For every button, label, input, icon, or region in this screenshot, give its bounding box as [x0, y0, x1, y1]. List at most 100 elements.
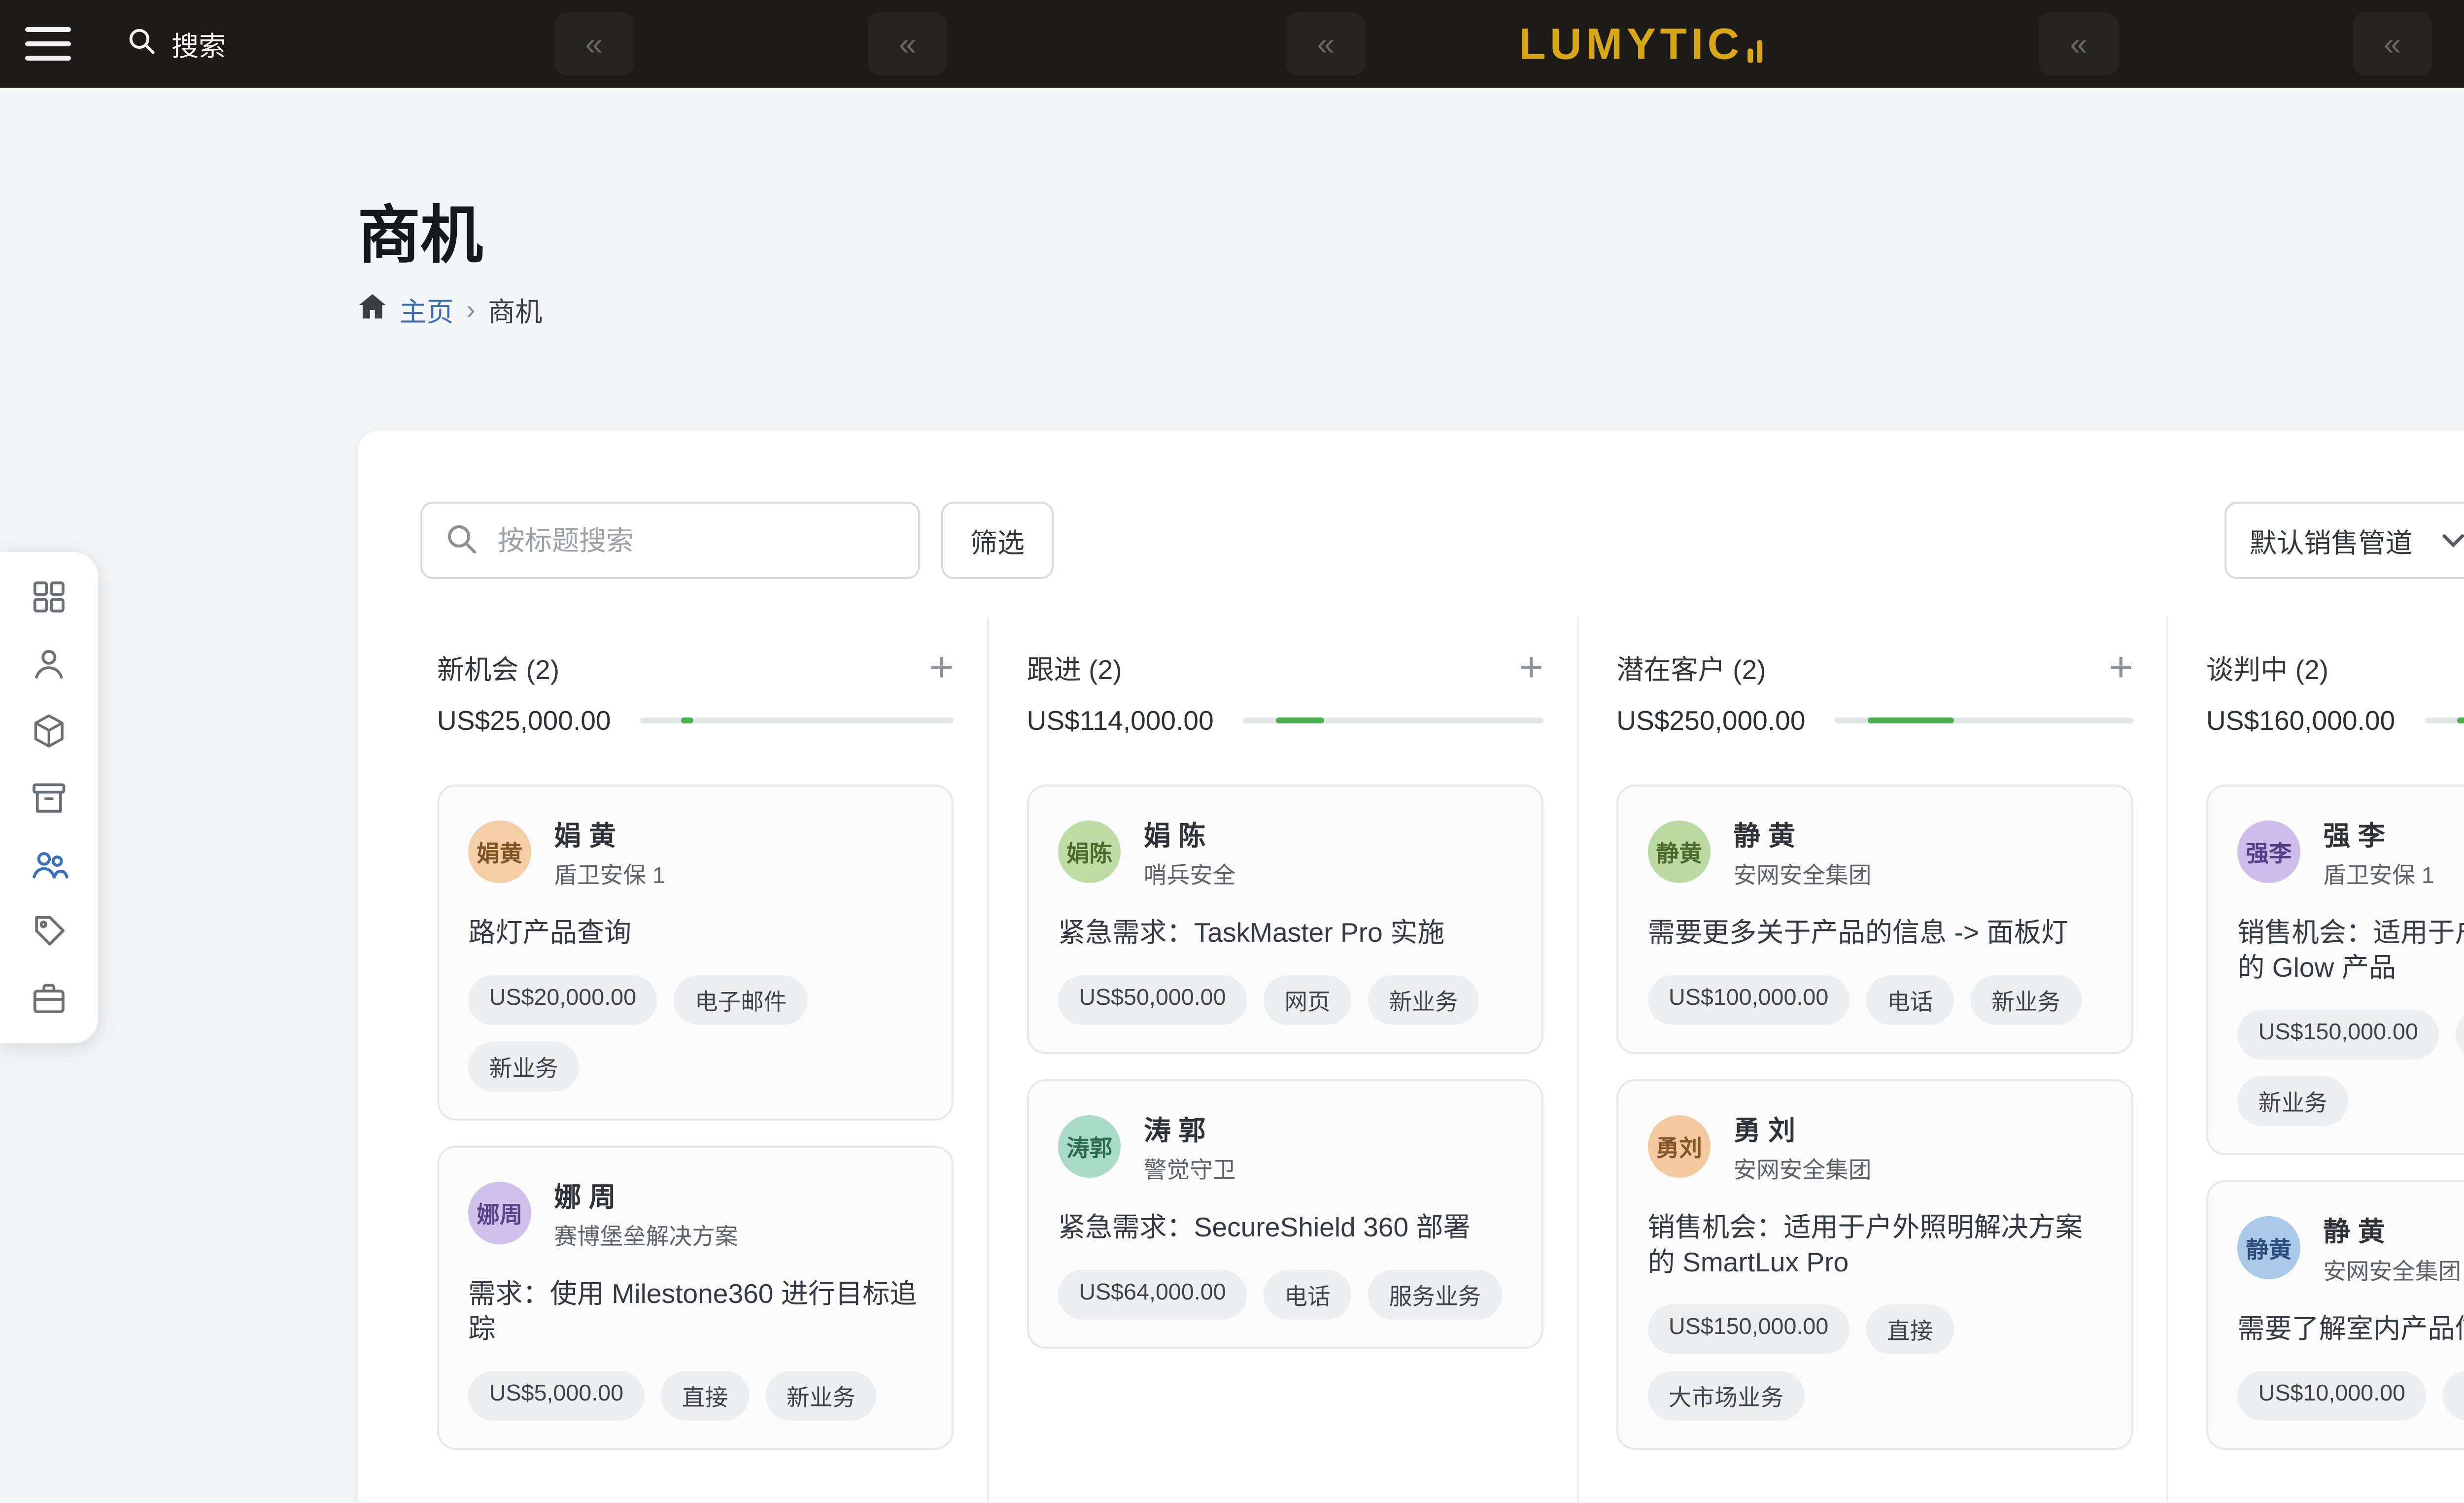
- contact-name: 静 黄: [1734, 814, 1872, 853]
- nav-ghost-tab[interactable]: «: [554, 12, 634, 75]
- breadcrumb-home-link[interactable]: 主页: [399, 290, 453, 329]
- column-progress-track: [1243, 717, 1543, 724]
- contact-avatar: 娟陈: [1058, 820, 1121, 883]
- kanban-column: 新机会 (2)+US$25,000.00娟黄娟 黄盾卫安保 1路灯产品查询US$…: [400, 617, 990, 1502]
- card-chip: 网页表单: [2456, 1010, 2464, 1059]
- column-summary: US$25,000.00: [437, 705, 954, 736]
- card-chip: 直接: [1866, 1304, 1954, 1354]
- column-add-button[interactable]: +: [1519, 646, 1543, 688]
- card-person: 娜 周赛博堡垒解决方案: [554, 1175, 738, 1251]
- pipeline-select-value: 默认销售管道: [2250, 521, 2413, 560]
- column-title: 谈判中 (2): [2206, 648, 2328, 687]
- column-progress-track: [2425, 717, 2464, 724]
- card-chip: US$20,000.00: [468, 975, 657, 1025]
- contact-name: 娟 陈: [1144, 814, 1236, 853]
- card-person: 涛 郭警觉守卫: [1144, 1108, 1236, 1185]
- column-add-button[interactable]: +: [2109, 646, 2133, 688]
- column-title: 跟进 (2): [1027, 648, 1122, 687]
- card-chip: 大市场业务: [1648, 1371, 1805, 1421]
- card-header: 静黄静 黄安网安全集团: [2237, 1209, 2464, 1286]
- contact-name: 娟 黄: [554, 814, 665, 853]
- column-progress-fill: [1868, 717, 1954, 724]
- column-progress-track: [1835, 717, 2133, 724]
- card-chip: 电话: [1866, 975, 1954, 1025]
- kanban-card[interactable]: 静黄静 黄安网安全集团需要了解室内产品信息US$10,000.00直接现有业务: [2206, 1180, 2464, 1450]
- card-tags: US$5,000.00直接新业务: [468, 1371, 923, 1421]
- nav-ghost-tab[interactable]: «: [2353, 12, 2432, 75]
- nav-ghost-tab[interactable]: «: [2039, 12, 2118, 75]
- home-icon[interactable]: [358, 293, 387, 326]
- global-search[interactable]: 搜索: [126, 24, 226, 64]
- contact-avatar: 娟黄: [468, 820, 531, 883]
- card-chip: 电子邮件: [674, 975, 807, 1025]
- column-cards: 强李强 李盾卫安保 1 销售机会：适用于户外照明解决方案的 Glow 产品 US$1…: [2206, 785, 2464, 1450]
- nav-ghost-tab[interactable]: «: [1286, 12, 1366, 75]
- kanban-column: 谈判中 (2)+US$160,000.00强李强 李盾卫安保 1销售机会：适用于…: [2168, 617, 2464, 1502]
- contacts-icon[interactable]: [29, 644, 69, 684]
- company-name: 警觉守卫: [1144, 1152, 1236, 1185]
- archive-icon[interactable]: [29, 778, 69, 818]
- contact-name: 静 黄: [2323, 1209, 2461, 1249]
- kanban-card[interactable]: 娟陈娟 陈哨兵安全紧急需求：TaskMaster Pro 实施US$50,000…: [1027, 785, 1543, 1054]
- opportunity-title: 销售机会：适用于户外照明解决方案的 SmartLux Pro: [1648, 1210, 2102, 1279]
- kanban-card[interactable]: 静黄静 黄安网安全集团需要更多关于产品的信息 -> 面板灯US$100,000.…: [1616, 785, 2133, 1054]
- opportunity-title: 销售机会：适用于户外照明解决方案的 Glow 产品: [2237, 915, 2464, 985]
- column-progress-track: [640, 717, 954, 724]
- logo-mark-icon: [1747, 40, 1762, 69]
- filter-button[interactable]: 筛选: [941, 502, 1054, 579]
- kanban-column: 潜在客户 (2)+US$250,000.00静黄静 黄安网安全集团需要更多关于产…: [1579, 617, 2169, 1502]
- card-person: 娟 陈哨兵安全: [1144, 814, 1236, 890]
- column-amount: US$250,000.00: [1616, 705, 1805, 736]
- contact-avatar: 强李: [2237, 820, 2300, 883]
- column-cards: 静黄静 黄安网安全集团需要更多关于产品的信息 -> 面板灯US$100,000.…: [1616, 785, 2133, 1450]
- opportunities-icon[interactable]: [28, 845, 70, 885]
- menu-button[interactable]: [25, 27, 71, 61]
- column-cards: 娟黄娟 黄盾卫安保 1路灯产品查询US$20,000.00电子邮件新业务娜周娜 …: [437, 785, 954, 1450]
- card-chip: 新业务: [468, 1042, 579, 1092]
- kanban-board: 新机会 (2)+US$25,000.00娟黄娟 黄盾卫安保 1路灯产品查询US$…: [400, 617, 2464, 1502]
- contact-name: 娜 周: [554, 1175, 738, 1214]
- card-tags: US$20,000.00 电子邮件新业务: [468, 975, 923, 1092]
- card-chip: US$100,000.00: [1648, 975, 1849, 1025]
- accounts-icon[interactable]: [29, 979, 69, 1019]
- top-navbar: 搜索 « « « « « « LUMYTIC: [0, 0, 2464, 88]
- kanban-card[interactable]: 娜周娜 周赛博堡垒解决方案需求：使用 Milestone360 进行目标追踪US…: [437, 1146, 954, 1450]
- kanban-card[interactable]: 强李强 李盾卫安保 1 销售机会：适用于户外照明解决方案的 Glow 产品 US$1…: [2206, 785, 2464, 1156]
- card-header: 勇刘勇 刘安网安全集团: [1648, 1108, 2102, 1185]
- column-add-button[interactable]: +: [929, 646, 954, 688]
- chevron-down-icon: [2442, 533, 2464, 548]
- card-header: 强李强 李盾卫安保 1: [2237, 814, 2464, 890]
- card-header: 涛郭涛 郭警觉守卫: [1058, 1108, 1512, 1185]
- products-icon[interactable]: [29, 711, 69, 751]
- breadcrumb: 主页 › 商机: [358, 290, 2464, 329]
- app-logo[interactable]: LUMYTIC: [1519, 19, 1762, 69]
- company-name: 安网安全集团: [1734, 857, 1872, 890]
- card-person: 强 李盾卫安保 1: [2323, 814, 2434, 890]
- nav-ghost-tab[interactable]: «: [868, 12, 947, 75]
- kanban-column: 跟进 (2)+US$114,000.00娟陈娟 陈哨兵安全紧急需求：TaskMa…: [989, 617, 1579, 1502]
- search-icon: [444, 521, 479, 564]
- card-person: 勇 刘安网安全集团: [1734, 1108, 1872, 1185]
- card-chip: US$150,000.00: [1648, 1304, 1849, 1354]
- card-tags: US$150,000.00网页表单新业务: [2237, 1010, 2464, 1126]
- pipeline-select[interactable]: 默认销售管道: [2224, 502, 2464, 579]
- kanban-card[interactable]: 娟黄娟 黄盾卫安保 1路灯产品查询US$20,000.00电子邮件新业务: [437, 785, 954, 1121]
- card-tags: US$150,000.00 直接大市场业务: [1648, 1304, 2102, 1421]
- contact-avatar: 勇刘: [1648, 1115, 1711, 1178]
- tags-icon[interactable]: [29, 912, 69, 952]
- column-amount: US$25,000.00: [437, 705, 611, 736]
- opportunity-title: 需要更多关于产品的信息 -> 面板灯: [1648, 915, 2102, 950]
- card-tags: US$64,000.00电话服务业务: [1058, 1270, 1512, 1320]
- dashboard-icon[interactable]: [29, 577, 69, 617]
- opportunity-title: 路灯产品查询: [468, 915, 923, 950]
- contact-name: 涛 郭: [1144, 1108, 1236, 1148]
- card-chip: 新业务: [1368, 975, 1479, 1025]
- kanban-card[interactable]: 涛郭涛 郭警觉守卫紧急需求：SecureShield 360 部署US$64,0…: [1027, 1079, 1543, 1349]
- card-tags: US$100,000.00电话新业务: [1648, 975, 2102, 1025]
- column-header: 谈判中 (2)+: [2206, 646, 2464, 688]
- kanban-card[interactable]: 勇刘勇 刘安网安全集团销售机会：适用于户外照明解决方案的 SmartLux Pr…: [1616, 1079, 2133, 1450]
- card-chip: US$5,000.00: [468, 1371, 644, 1421]
- title-search-input[interactable]: [420, 502, 920, 579]
- column-progress-fill: [1276, 717, 1324, 724]
- company-name: 安网安全集团: [2323, 1253, 2461, 1286]
